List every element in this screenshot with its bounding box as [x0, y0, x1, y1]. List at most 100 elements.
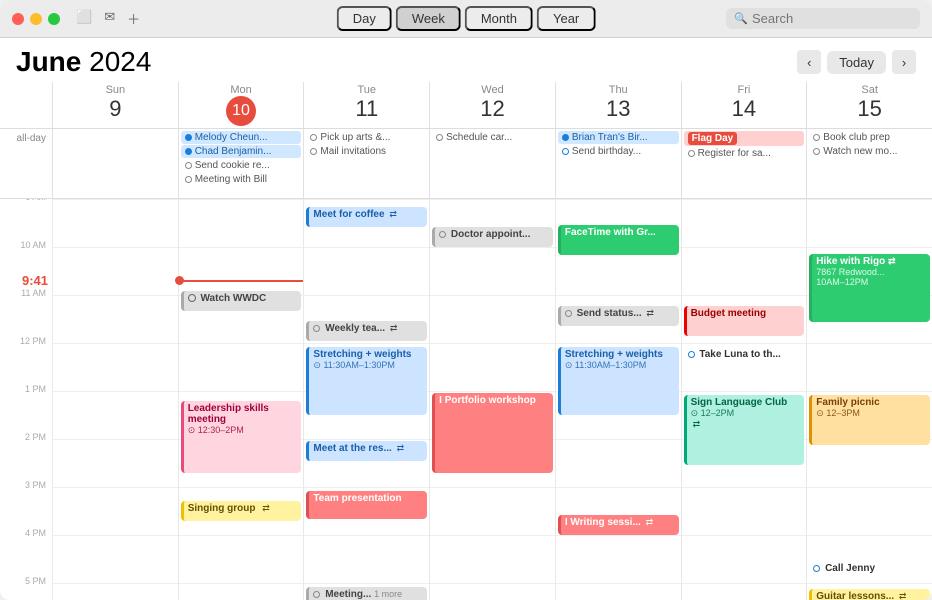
- next-week-button[interactable]: ›: [892, 50, 916, 74]
- search-bar[interactable]: 🔍: [726, 8, 920, 29]
- day-header-mon: Mon 10: [178, 82, 304, 128]
- minimize-button[interactable]: [30, 13, 42, 25]
- event-dot: [310, 134, 317, 141]
- event-dot: [436, 134, 443, 141]
- event-take-luna[interactable]: Take Luna to th...: [684, 347, 805, 367]
- tab-month[interactable]: Month: [465, 6, 533, 31]
- event-dot: [185, 162, 192, 169]
- event-writing-session[interactable]: I Writing sessi... ⇄: [558, 515, 679, 535]
- allday-event[interactable]: Chad Benjamin...: [181, 145, 302, 158]
- allday-event[interactable]: Watch new mo...: [809, 145, 930, 158]
- event-meet-for-coffee[interactable]: Meet for coffee ⇄: [306, 207, 427, 227]
- nav-controls: ‹ Today ›: [797, 50, 916, 74]
- header-area: June 2024 ‹ Today ›: [0, 38, 932, 82]
- allday-row: all-day Melody Cheun... Chad Benjamin...…: [0, 129, 932, 199]
- event-sign-language-club[interactable]: Sign Language Club ⊙ 12–2PM ⇄: [684, 395, 805, 465]
- event-dot: [313, 591, 320, 598]
- event-dot: [565, 310, 572, 317]
- time-label: 11 AM: [21, 288, 46, 298]
- tab-year[interactable]: Year: [537, 6, 595, 31]
- allday-event-pickup-arts[interactable]: Pick up arts &...: [306, 131, 427, 144]
- sidebar-toggle-icon[interactable]: ⬜: [76, 9, 92, 28]
- tab-week[interactable]: Week: [396, 6, 461, 31]
- day-header-wed: Wed 12: [429, 82, 555, 128]
- event-send-status[interactable]: Send status... ⇄: [558, 306, 679, 326]
- event-dot: [562, 148, 569, 155]
- event-call-jenny[interactable]: Call Jenny: [809, 561, 930, 581]
- time-label: 3 PM: [25, 480, 46, 490]
- titlebar-icons: ⬜ ✉ ＋: [76, 9, 140, 28]
- event-stretching-weights-tue[interactable]: Stretching + weights ⊙ 11:30AM–1:30PM: [306, 347, 427, 415]
- scroll-area[interactable]: 9 AM 10 AM 9:41 11 AM 12 PM 1 PM 2 PM 3 …: [0, 199, 932, 600]
- view-tabs: Day Week Month Year: [337, 6, 596, 31]
- allday-label: all-day: [0, 129, 52, 198]
- traffic-lights: [12, 13, 60, 25]
- event-portfolio-workshop[interactable]: I Portfolio workshop: [432, 393, 553, 473]
- event-guitar-lessons[interactable]: Guitar lessons... ⇄: [809, 589, 930, 600]
- event-dot: [185, 148, 192, 155]
- search-icon: 🔍: [734, 12, 748, 25]
- allday-event[interactable]: Melody Cheun...: [181, 131, 302, 144]
- time-label: 2 PM: [25, 432, 46, 442]
- time-slot-5pm: 5 PM: [0, 583, 52, 600]
- allday-event[interactable]: Send birthday...: [558, 145, 679, 158]
- allday-col-mon: Melody Cheun... Chad Benjamin... Send co…: [178, 129, 304, 198]
- event-doctor-appt[interactable]: Doctor appoint...: [432, 227, 553, 247]
- allday-event[interactable]: Send cookie re...: [181, 159, 302, 172]
- event-weekly-tea[interactable]: Weekly tea... ⇄: [306, 321, 427, 341]
- today-button[interactable]: Today: [827, 51, 886, 74]
- event-leadership[interactable]: Leadership skills meeting ⊙ 12:30–2PM: [181, 401, 302, 473]
- allday-col-fri: Flag Day Register for sa...: [681, 129, 807, 198]
- event-meeting-more[interactable]: Meeting... 1 more: [306, 587, 427, 600]
- event-dot: [313, 325, 320, 332]
- allday-event[interactable]: Schedule car...: [432, 131, 553, 144]
- event-dot: [813, 148, 820, 155]
- event-dot: [188, 294, 196, 302]
- event-facetime[interactable]: FaceTime with Gr...: [558, 225, 679, 255]
- event-stretching-weights-thu[interactable]: Stretching + weights ⊙ 11:30AM–1:30PM: [558, 347, 679, 415]
- event-dot: [439, 231, 446, 238]
- event-dot: [185, 134, 192, 141]
- event-watch-wwdc[interactable]: Watch WWDC: [181, 291, 302, 311]
- inbox-icon[interactable]: ✉: [104, 9, 115, 28]
- day-col-sat: Hike with Rigo ⇄ 7867 Redwood... 10AM–12…: [806, 199, 932, 600]
- event-dot: [185, 176, 192, 183]
- add-event-icon[interactable]: ＋: [127, 9, 140, 28]
- day-col-sun: [52, 199, 178, 600]
- day-col-tue: Meet for coffee ⇄ Weekly tea... ⇄ Stretc…: [303, 199, 429, 600]
- tab-day[interactable]: Day: [337, 6, 392, 31]
- time-label: 4 PM: [25, 528, 46, 538]
- event-meet-at-res[interactable]: Meet at the res... ⇄: [306, 441, 427, 461]
- time-label: 1 PM: [25, 384, 46, 394]
- day-col-fri: Budget meeting Take Luna to th... Sign L…: [681, 199, 807, 600]
- event-dot: [813, 565, 820, 572]
- search-input[interactable]: [752, 11, 912, 26]
- allday-col-tue: Pick up arts &... Mail invitations: [303, 129, 429, 198]
- day-header-tue: Tue 11: [303, 82, 429, 128]
- calendar-grid: Sun 9 Mon 10 Tue 11 Wed 12 Thu 13 Fri 14: [0, 82, 932, 600]
- header-spacer: [0, 82, 52, 128]
- allday-event-meeting-bill[interactable]: Meeting with Bill: [181, 173, 302, 186]
- allday-col-thu: Brian Tran's Bir... Send birthday...: [555, 129, 681, 198]
- day-header-sat: Sat 15: [806, 82, 932, 128]
- day-col-mon: Watch WWDC Leadership skills meeting ⊙ 1…: [178, 199, 304, 600]
- event-budget-meeting[interactable]: Budget meeting: [684, 306, 805, 336]
- event-dot: [813, 134, 820, 141]
- allday-event[interactable]: Brian Tran's Bir...: [558, 131, 679, 144]
- allday-event[interactable]: Register for sa...: [684, 147, 805, 160]
- close-button[interactable]: [12, 13, 24, 25]
- allday-event[interactable]: Mail invitations: [306, 145, 427, 158]
- event-singing-group[interactable]: Singing group ⇄: [181, 501, 302, 521]
- event-dot: [688, 150, 695, 157]
- month-title: June 2024: [16, 46, 151, 78]
- event-hike-with-rigo[interactable]: Hike with Rigo ⇄ 7867 Redwood... 10AM–12…: [809, 254, 930, 322]
- allday-col-sun: [52, 129, 178, 198]
- allday-event-book-club[interactable]: Book club prep: [809, 131, 930, 144]
- fullscreen-button[interactable]: [48, 13, 60, 25]
- prev-week-button[interactable]: ‹: [797, 50, 821, 74]
- time-label: 10 AM: [20, 240, 46, 250]
- event-dot: [688, 351, 695, 358]
- allday-event-flag-day[interactable]: Flag Day: [684, 131, 805, 146]
- event-team-presentation[interactable]: Team presentation: [306, 491, 427, 519]
- event-family-picnic[interactable]: Family picnic ⊙ 12–3PM: [809, 395, 930, 445]
